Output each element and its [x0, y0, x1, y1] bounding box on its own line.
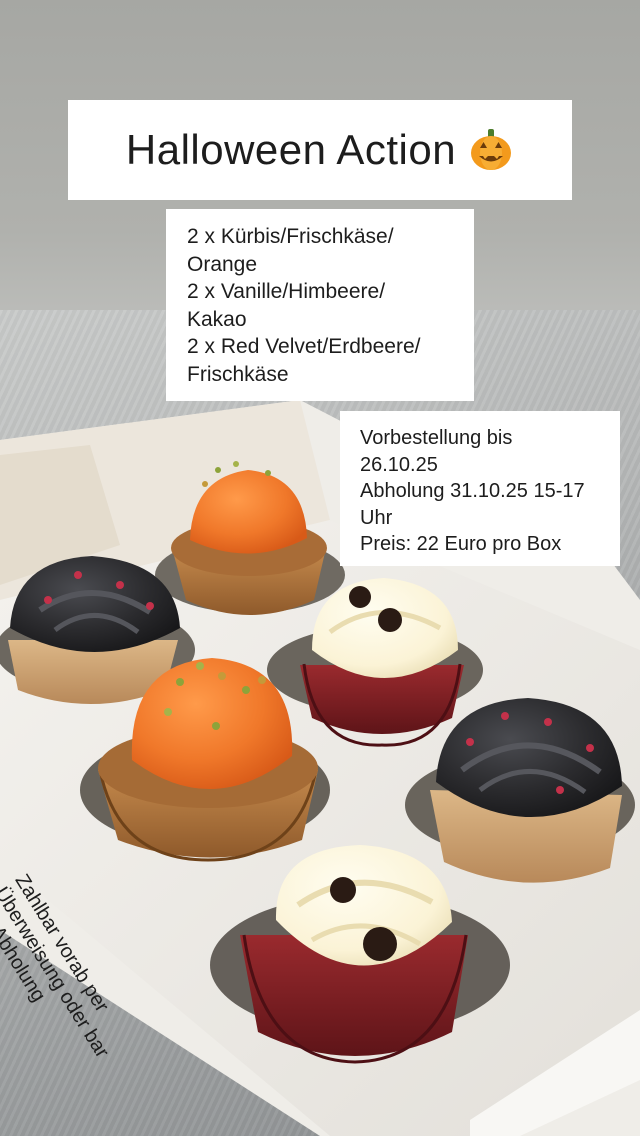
page-title: Halloween Action — [125, 126, 457, 173]
title-banner: Halloween Action — [68, 100, 572, 200]
preorder-date: 26.10.25 — [360, 453, 438, 476]
flavor-line: Orange — [187, 252, 258, 276]
order-info-card: Vorbestellung bis 26.10.25 Abholung 31.1… — [340, 411, 620, 566]
preorder-label: Vorbestellung bis — [360, 427, 513, 449]
pickup-info: Abholung 31.10.25 15-17 — [360, 480, 585, 502]
flavor-line: 2 x Red Velvet/Erdbeere/ — [187, 335, 421, 358]
jack-o-lantern-icon — [468, 127, 514, 173]
flavor-line: 2 x Vanille/Himbeere/ — [187, 280, 386, 303]
flavor-line: Frischkäse — [187, 362, 289, 386]
flavors-card: 2 x Kürbis/Frischkäse/ Orange 2 x Vanill… — [166, 209, 474, 401]
pickup-time-unit: Uhr — [360, 506, 393, 529]
flavor-line: Kakao — [187, 307, 247, 331]
price-info: Preis: 22 Euro pro Box — [360, 533, 562, 555]
flavor-line: 2 x Kürbis/Frischkäse/ — [187, 225, 394, 248]
